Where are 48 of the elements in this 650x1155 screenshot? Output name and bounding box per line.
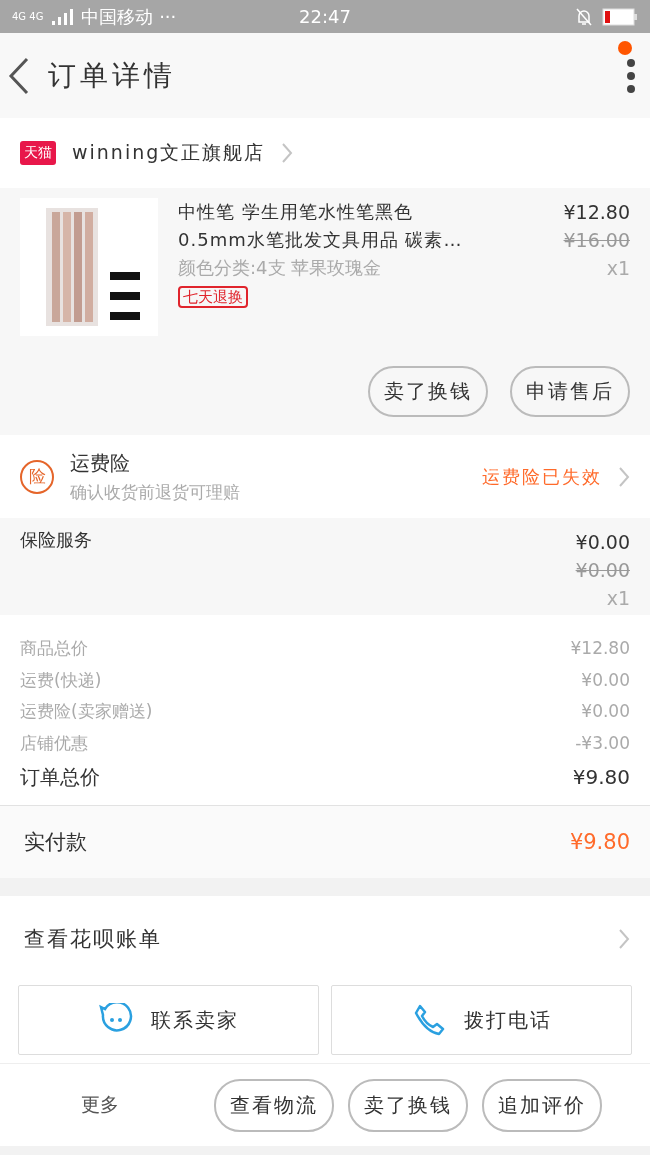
summary-label: 订单总价 (20, 764, 100, 791)
page-title: 订单详情 (48, 57, 177, 94)
battery-icon (602, 7, 638, 26)
action-button[interactable]: 卖了换钱 (348, 1078, 468, 1132)
product-price: ¥12.80 (563, 200, 630, 225)
action-button[interactable]: 卖了换钱 (368, 366, 488, 417)
original-price: ¥16.00 (563, 228, 630, 253)
chevron-icon (281, 142, 294, 164)
summary-label: 商品总价 (20, 637, 88, 660)
service-label: 保险服务 (20, 528, 92, 552)
more-icon[interactable] (626, 57, 636, 94)
more-link[interactable]: 更多 (0, 1092, 200, 1118)
summary-value: ¥0.00 (581, 700, 630, 723)
action-button[interactable]: 查看物流 (214, 1078, 334, 1132)
service-price: ¥0.00 (575, 530, 630, 555)
quantity-label: x1 (605, 586, 630, 611)
return-tag: 七天退换 (178, 286, 248, 308)
original-price: ¥0.00 (575, 558, 630, 583)
summary-value: ¥0.00 (581, 668, 630, 692)
summary-label: 运费(快递) (20, 668, 102, 692)
action-button[interactable]: 追加评价 (482, 1078, 602, 1132)
chevron-icon (618, 465, 630, 488)
clock: 22:47 (299, 6, 351, 27)
insurance-badge: 险 (20, 459, 54, 494)
product-variant: 颜色分类:4支 苹果玫瑰金 (178, 256, 383, 280)
network-label: 4G 4G (12, 11, 44, 22)
carrier-label: 中国移动 ··· (81, 4, 177, 29)
shop-name[interactable]: winning文正旗舰店 (72, 140, 266, 166)
contact-button[interactable]: 联系卖家 (18, 985, 319, 1055)
summary-value: ¥12.80 (570, 637, 630, 660)
summary-value: ¥9.80 (572, 764, 630, 791)
quantity-label: x1 (605, 256, 630, 281)
summary-label: 运费险(卖家赠送) (20, 700, 153, 723)
insurance-subtitle: 确认收货前退货可理赔 (70, 480, 241, 504)
paid-amount: ¥9.80 (569, 830, 630, 854)
summary-label: 店铺优惠 (20, 731, 88, 755)
store-badge: 天猫 (20, 141, 56, 165)
call-button[interactable]: 拨打电话 (331, 985, 632, 1055)
bell-muted-icon (574, 6, 594, 27)
product-title[interactable]: 中性笔 学生用笔水性笔黑色 0.5mm水笔批发文具用品 碳素… (178, 198, 488, 254)
chevron-icon (618, 927, 630, 950)
back-icon[interactable] (8, 56, 30, 95)
action-button[interactable]: 申请售后 (510, 366, 630, 417)
paid-label: 实付款 (24, 829, 87, 856)
bill-link[interactable]: 查看花呗账单 (24, 924, 162, 953)
signal-icon (51, 8, 74, 25)
insurance-title: 运费险 (70, 449, 131, 477)
summary-value: -¥3.00 (575, 731, 630, 755)
